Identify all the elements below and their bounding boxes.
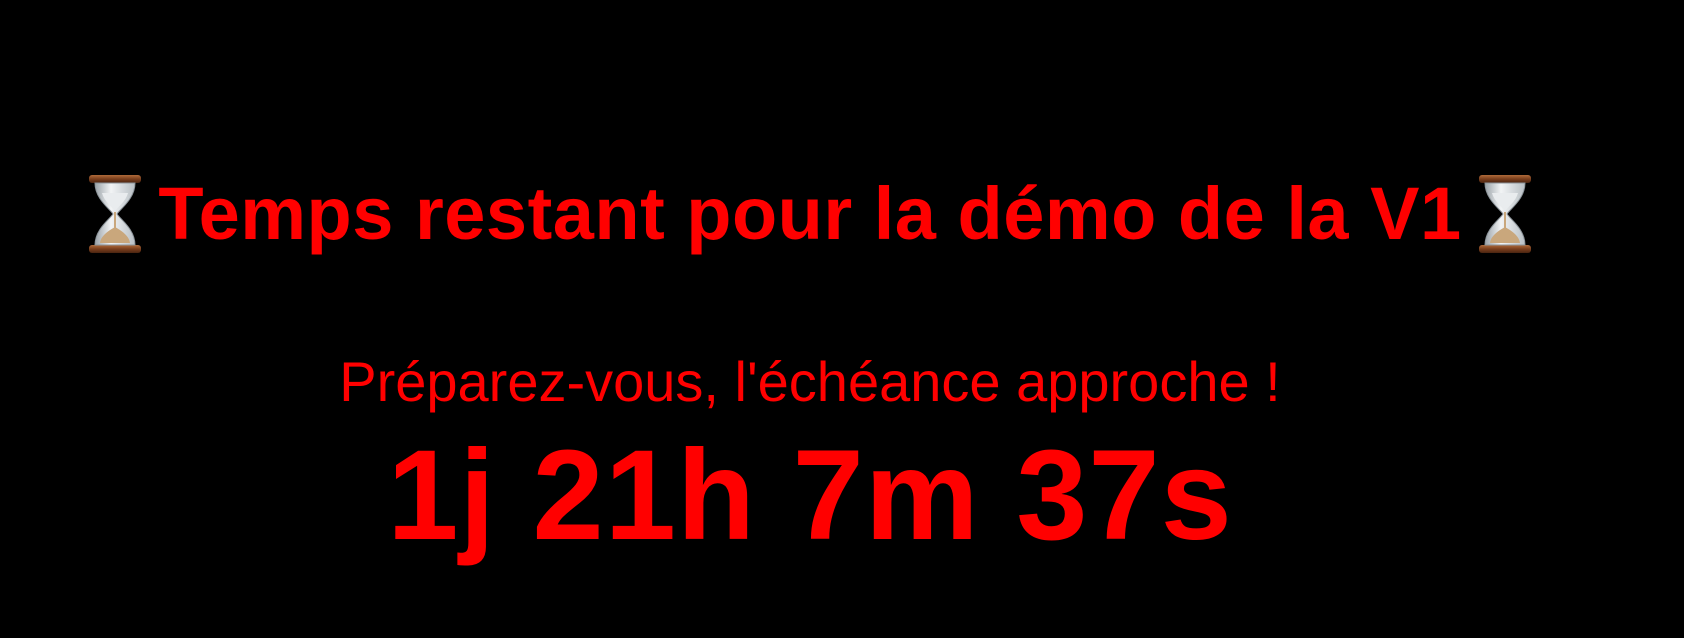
subtitle-message: Préparez-vous, l'échéance approche ! xyxy=(339,350,1281,413)
title-row: Temps restant pour la démo de la V1 xyxy=(0,168,1620,260)
hourglass-icon xyxy=(89,175,142,253)
countdown-timer: 1j 21h 7m 37s xyxy=(387,424,1233,567)
hourglass-icon xyxy=(1478,175,1531,253)
page-title: Temps restant pour la démo de la V1 xyxy=(158,172,1462,255)
countdown-page: Temps restant pour la démo de la V1 Prép… xyxy=(0,0,1684,638)
